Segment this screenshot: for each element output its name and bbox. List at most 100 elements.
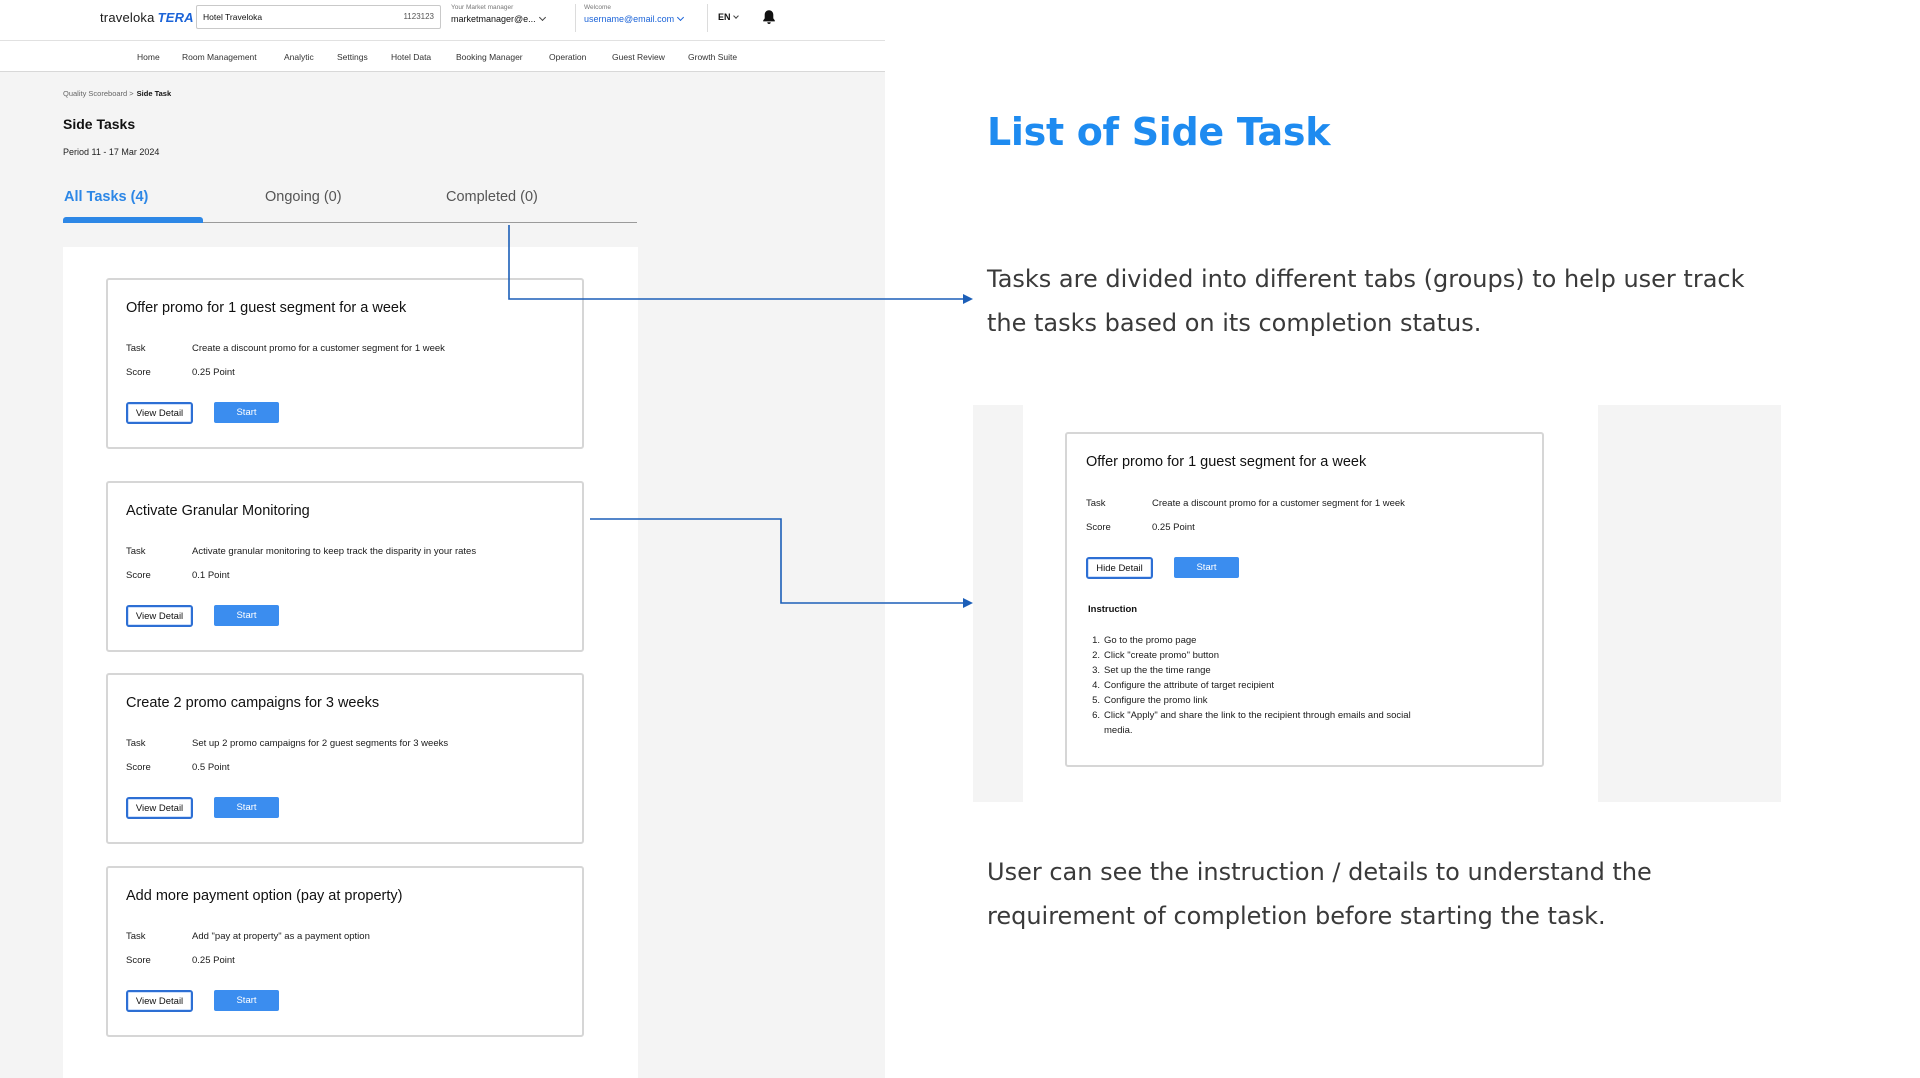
instruction-step: 4. Configure the attribute of target reci… [1088,678,1433,693]
annotation-title: List of Side Task [987,110,1331,154]
app-mockup: traveloka TERA Hotel Traveloka 1123123 Yo… [0,0,885,1078]
breadcrumb-parent[interactable]: Quality Scoreboard > [63,89,134,98]
hide-detail-button[interactable]: Hide Detail [1086,557,1153,579]
market-manager-email: marketmanager@e... [451,14,536,24]
score-row: Score 0.25 Point [126,955,235,966]
instruction-step: 2. Click "create promo" button [1088,648,1433,663]
step-number: 6. [1092,710,1100,721]
view-detail-button[interactable]: View Detail [126,402,193,424]
divider [707,4,708,32]
step-number: 3. [1092,665,1100,676]
chevron-down-icon [677,13,685,22]
hotel-name: Hotel Traveloka [203,12,263,22]
annotation-tabs-note: Tasks are divided into different tabs (g… [987,265,1745,337]
task-score: 0.25 Point [192,955,235,966]
task-score: 0.5 Point [192,762,230,773]
task-title: Activate Granular Monitoring [126,503,310,519]
task-card: Create 2 promo campaigns for 3 weeks Tas… [106,673,584,844]
market-manager-caption: Your Market manager [451,4,514,11]
nav-room-management[interactable]: Room Management [182,52,257,62]
start-button[interactable]: Start [214,402,279,423]
task-card: Offer promo for 1 guest segment for a we… [106,278,584,449]
task-label: Task [126,931,146,942]
score-label: Score [126,367,151,378]
step-number: 2. [1092,650,1100,661]
view-detail-button[interactable]: View Detail [126,797,193,819]
task-label: Task [126,343,146,354]
nav-operation[interactable]: Operation [549,52,586,62]
step-number: 5. [1092,695,1100,706]
task-title: Offer promo for 1 guest segment for a we… [1086,454,1367,470]
score-row: Score 0.25 Point [1086,522,1195,533]
task-title: Add more payment option (pay at property… [126,888,403,904]
user-account-dropdown[interactable]: Welcome username@email.com [584,4,702,24]
expanded-task-card: Offer promo for 1 guest segment for a we… [1065,432,1544,767]
step-number: 4. [1092,680,1100,691]
step-text: Go to the promo page [1104,635,1197,646]
task-description: Set up 2 promo campaigns for 2 guest seg… [192,738,449,749]
task-description: Activate granular monitoring to keep tra… [192,546,477,557]
score-label: Score [1086,522,1111,533]
step-text: Configure the attribute of target recipi… [1104,680,1275,691]
instruction-heading: Instruction [1088,604,1138,615]
task-score: 0.25 Point [1152,522,1195,533]
task-row: Task Add "pay at property" as a payment o… [126,931,370,942]
score-label: Score [126,570,151,581]
instruction-list: 1. Go to the promo page 2. Click "create p… [1088,633,1433,738]
step-text: Click "create promo" button [1104,650,1219,661]
divider [575,4,576,32]
breadcrumb: Quality Scoreboard > Side Task [63,89,171,98]
presentation-slide: traveloka TERA Hotel Traveloka 1123123 Yo… [0,0,1920,1078]
nav-growth-suite[interactable]: Growth Suite [688,52,737,62]
market-manager-dropdown[interactable]: Your Market manager marketmanager@e... [451,4,569,24]
step-text: Click "Apply" and share the link to the … [1104,710,1411,736]
score-label: Score [126,762,151,773]
nav-settings[interactable]: Settings [337,52,368,62]
step-text: Set up the the time range [1104,665,1211,676]
score-label: Score [126,955,151,966]
traveloka-tera-logo[interactable]: traveloka TERA [100,10,194,25]
task-row: Task Activate granular monitoring to keep… [126,546,476,557]
start-button[interactable]: Start [214,797,279,818]
task-row: Task Set up 2 promo campaigns for 2 guest… [126,738,448,749]
view-detail-button[interactable]: View Detail [126,605,193,627]
task-label: Task [1086,498,1106,509]
logo-text: traveloka [100,10,155,25]
language-code: EN [718,12,731,22]
hotel-selector[interactable]: Hotel Traveloka 1123123 [196,5,441,29]
nav-analytic[interactable]: Analytic [284,52,314,62]
hotel-id: 1123123 [403,12,434,21]
task-row: Task Create a discount promo for a custom… [1086,498,1405,509]
tab-ongoing[interactable]: Ongoing (0) [265,189,342,205]
language-selector[interactable]: EN [718,12,739,22]
score-row: Score 0.1 Point [126,570,230,581]
task-score: 0.25 Point [192,367,235,378]
user-email: username@email.com [584,14,675,24]
view-detail-button[interactable]: View Detail [126,990,193,1012]
nav-guest-review[interactable]: Guest Review [612,52,665,62]
score-row: Score 0.5 Point [126,762,230,773]
nav-hotel-data[interactable]: Hotel Data [391,52,431,62]
task-description: Create a discount promo for a customer s… [192,343,445,354]
nav-booking-manager[interactable]: Booking Manager [456,52,523,62]
period-label: Period 11 - 17 Mar 2024 [63,147,160,157]
task-description: Create a discount promo for a customer s… [1152,498,1405,509]
nav-home[interactable]: Home [137,52,160,62]
start-button[interactable]: Start [214,605,279,626]
active-tab-indicator [63,217,203,223]
chevron-down-icon [538,13,546,22]
instruction-step: 5. Configure the promo link [1088,693,1433,708]
bell-icon[interactable] [762,9,776,25]
start-button[interactable]: Start [1174,557,1239,578]
tab-completed[interactable]: Completed (0) [446,189,538,205]
chevron-down-icon [732,13,739,19]
start-button[interactable]: Start [214,990,279,1011]
breadcrumb-current: Side Task [136,89,172,98]
task-label: Task [126,738,146,749]
task-score: 0.1 Point [192,570,230,581]
top-bar: traveloka TERA Hotel Traveloka 1123123 Yo… [0,0,885,40]
task-tabs: All Tasks (4) Ongoing (0) Completed (0) [63,186,637,223]
task-title: Offer promo for 1 guest segment for a we… [126,300,407,316]
score-row: Score 0.25 Point [126,367,235,378]
tab-all-tasks[interactable]: All Tasks (4) [64,189,148,205]
